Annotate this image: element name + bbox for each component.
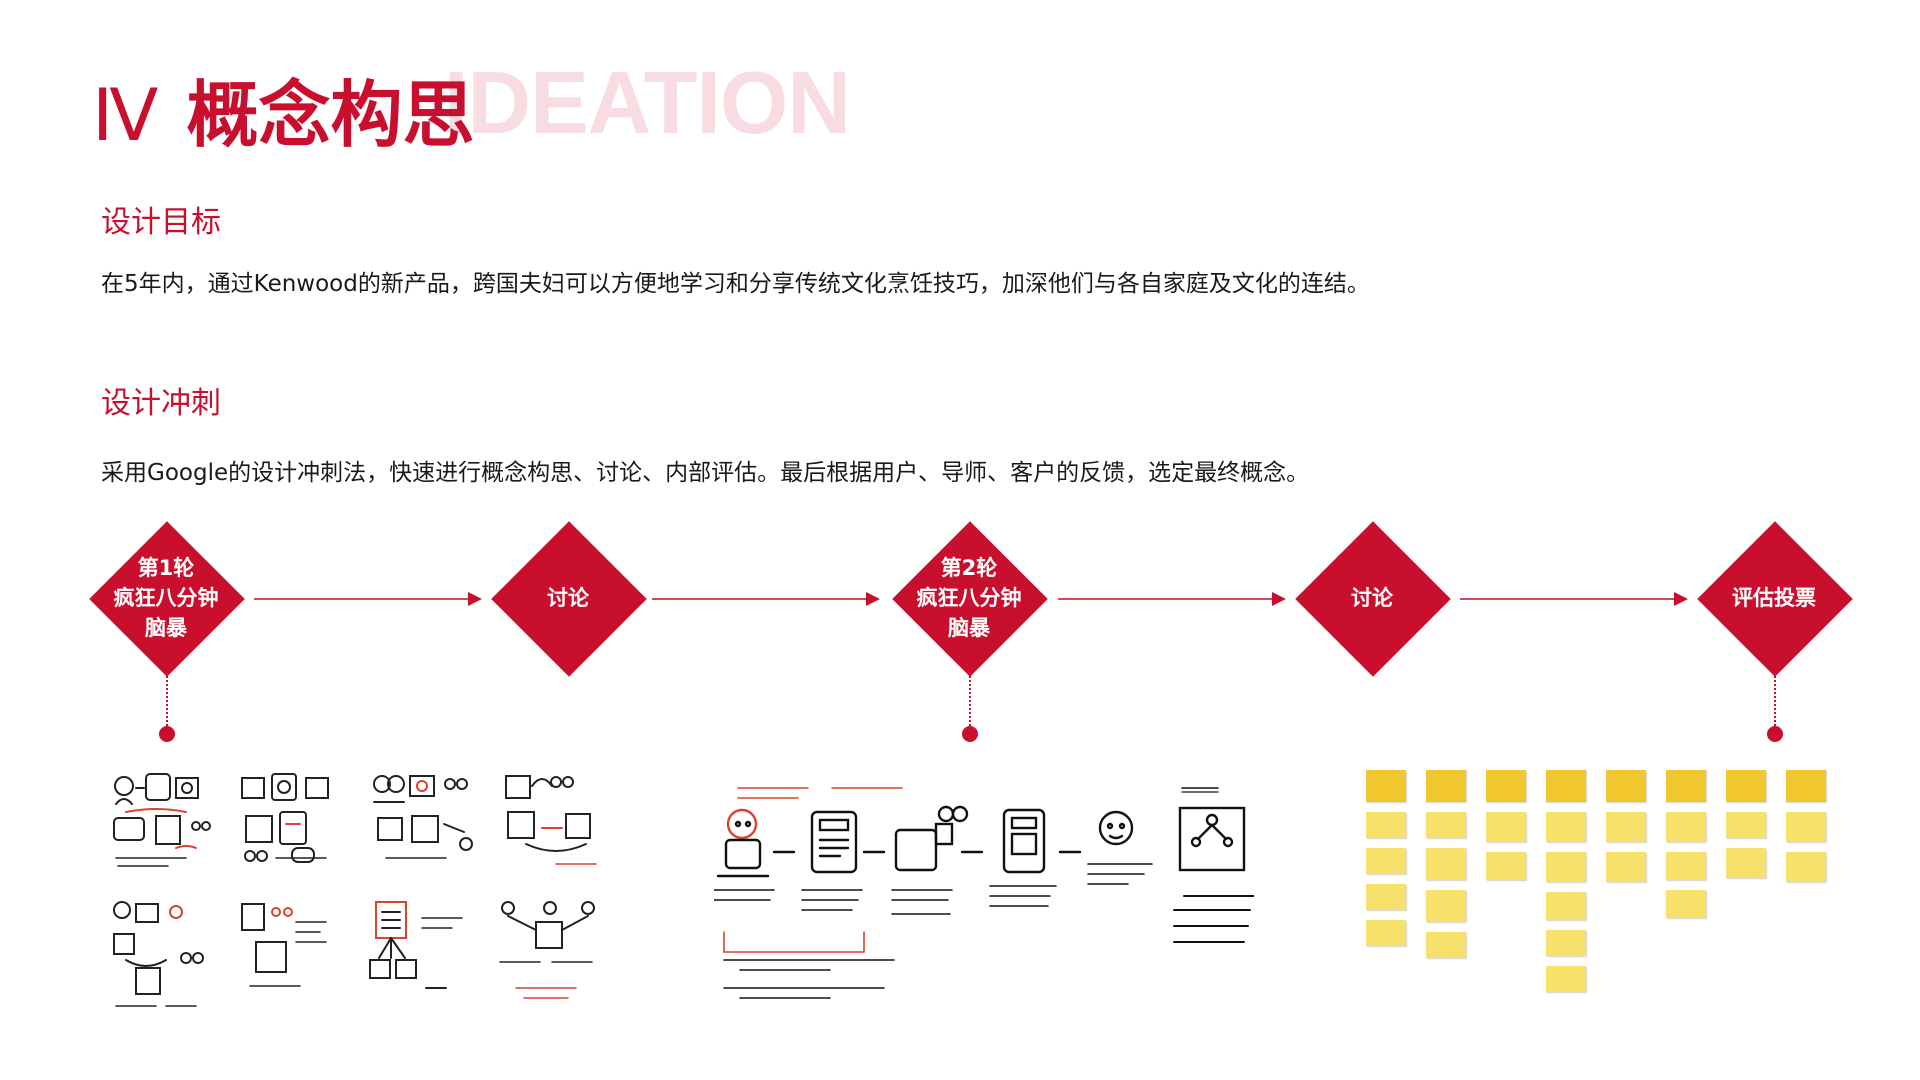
- sticky-column: [1726, 770, 1766, 888]
- sketch-panel: [241, 773, 329, 863]
- sketch-panel: [369, 901, 463, 989]
- step-round1-brainstorm: 第1轮 疯狂八分钟 脑暴: [88, 520, 245, 677]
- section-title: 概念构思: [186, 73, 475, 157]
- design-goal-text: 在5年内，通过Kenwood的新产品，跨国夫妇可以方便地学习和分享传统文化烹饪技…: [101, 271, 1370, 297]
- sketch-panel: [373, 775, 473, 859]
- flow-arrow: [652, 592, 880, 606]
- sticky-column: [1786, 770, 1826, 892]
- dotted-leader: [166, 676, 168, 726]
- flow-arrow: [1058, 592, 1286, 606]
- flow-arrow: [1460, 592, 1688, 606]
- step-round2-brainstorm: 第2轮 疯狂八分钟 脑暴: [891, 520, 1048, 677]
- sticky-column: [1366, 770, 1406, 956]
- design-goal-heading: 设计目标: [101, 205, 221, 240]
- step-label: 评估投票: [1732, 586, 1816, 610]
- sticky-column: [1426, 770, 1466, 968]
- title-watermark: IDEATION: [444, 53, 851, 152]
- sprint-process-flow: 第1轮 疯狂八分钟 脑暴 讨论 第2轮 疯狂八分钟 脑暴 讨论 评估投票: [0, 520, 1920, 760]
- sticky-column: [1546, 770, 1586, 1002]
- sketch-panel: [499, 901, 595, 999]
- storyboard-frame-3: [891, 805, 969, 915]
- step-label: 第2轮 疯狂八分钟 脑暴: [916, 556, 1022, 640]
- sticky-notes-voting-board: [1366, 770, 1836, 1030]
- step-label: 第1轮 疯狂八分钟 脑暴: [113, 556, 219, 640]
- step-label: 讨论: [547, 586, 589, 610]
- sketch-panel: [241, 903, 327, 987]
- step-discussion-1: 讨论: [490, 520, 647, 677]
- sketch-panel: [113, 773, 211, 867]
- concept-storyboard-sketch-round-2: [714, 787, 1254, 999]
- sketch-panel: [505, 775, 597, 865]
- step-discussion-2: 讨论: [1294, 520, 1451, 677]
- step-label: 讨论: [1351, 586, 1393, 610]
- page-title: Ⅳ 概念构思: [92, 56, 474, 161]
- marker-dot: [159, 726, 175, 742]
- dotted-leader: [1774, 676, 1776, 726]
- dotted-leader: [969, 676, 971, 726]
- crazy-eights-sketches-round-1: [113, 773, 597, 1007]
- design-sprint-text: 采用Google的设计冲刺法，快速进行概念构思、讨论、内部评估。最后根据用户、导…: [101, 460, 1310, 486]
- step-evaluation-vote: 评估投票: [1696, 520, 1853, 677]
- marker-dot: [962, 726, 978, 742]
- sticky-column: [1606, 770, 1646, 892]
- storyboard-frame-4: [989, 808, 1057, 907]
- storyboard-frame-1: [714, 787, 809, 901]
- sticky-column: [1486, 770, 1526, 890]
- storyboard-frame-5: [1087, 810, 1153, 885]
- flow-arrow: [254, 592, 482, 606]
- storyboard-frame-2: [801, 787, 903, 911]
- marker-dot: [1767, 726, 1783, 742]
- sticky-column: [1666, 770, 1706, 928]
- design-sprint-heading: 设计冲刺: [101, 386, 221, 421]
- storyboard-frame-6: [1173, 787, 1254, 943]
- section-numeral: Ⅳ: [92, 76, 159, 156]
- sketch-panel: [113, 901, 204, 1007]
